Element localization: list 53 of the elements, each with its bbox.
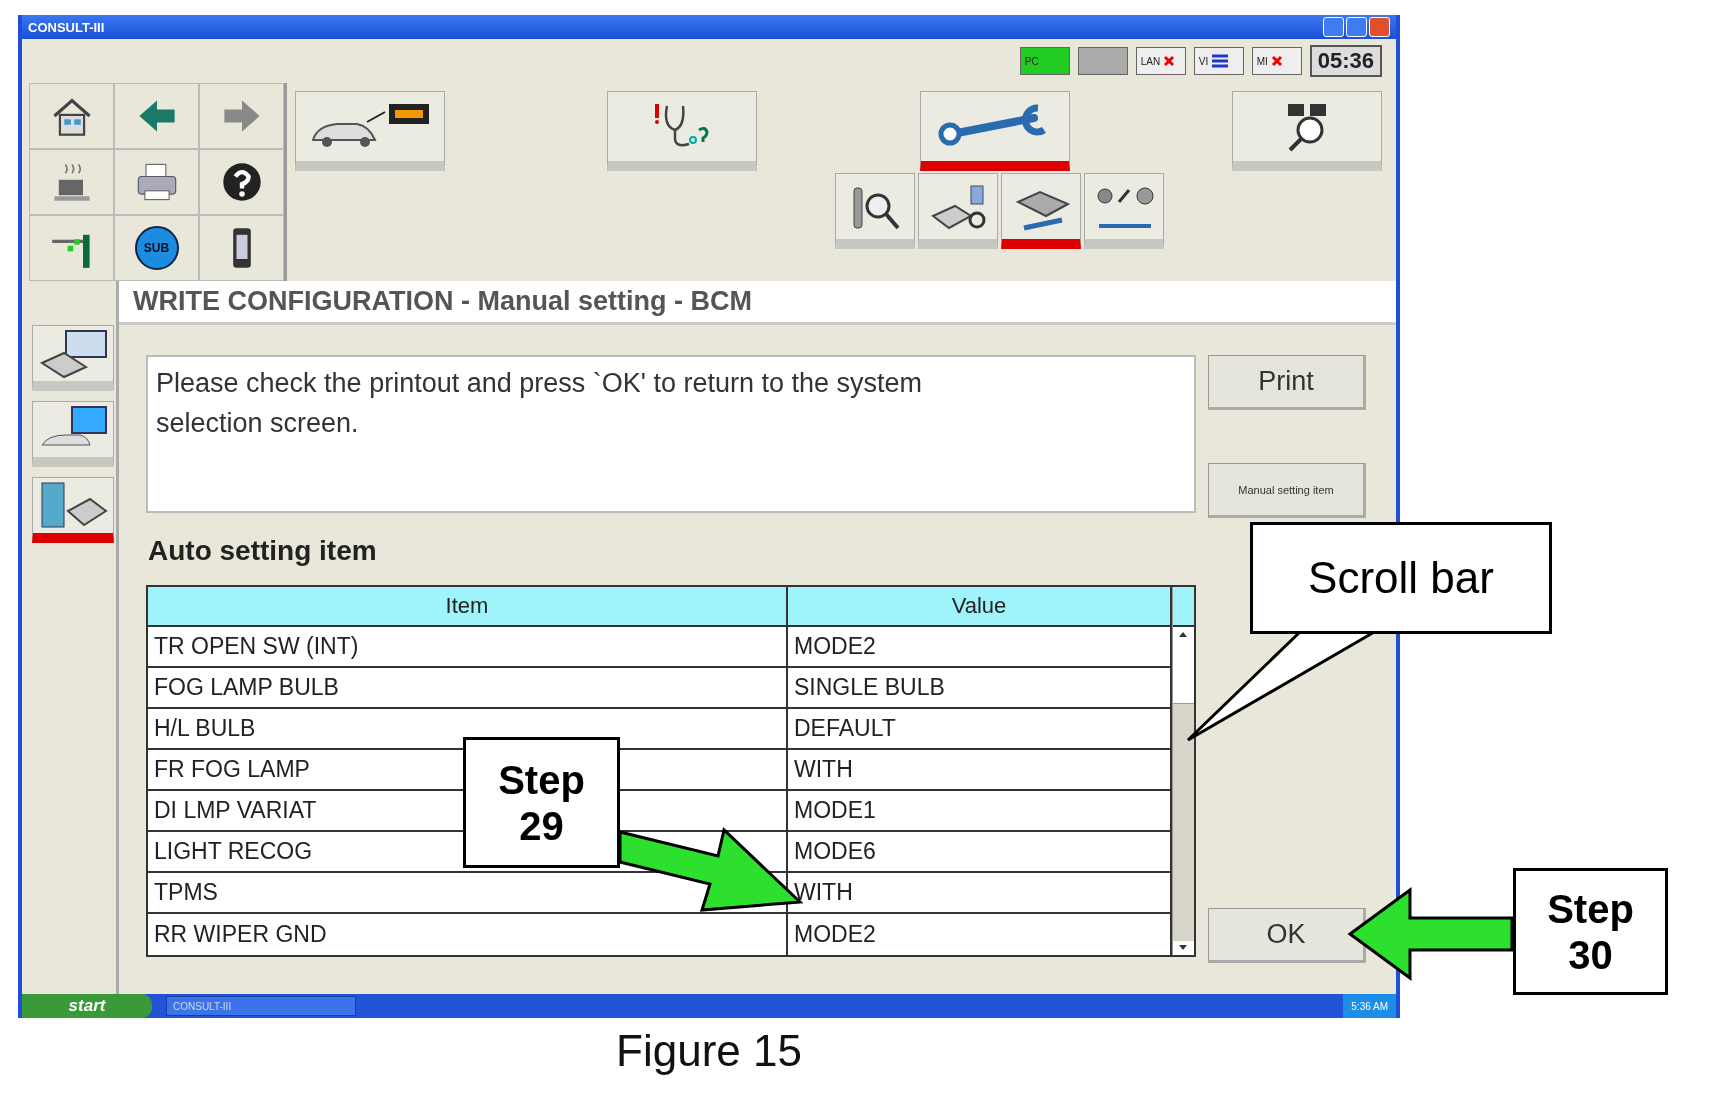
callout-text: Scroll bar <box>1308 552 1494 604</box>
scroll-bar[interactable] <box>1172 587 1194 955</box>
configure-button[interactable] <box>1001 173 1081 249</box>
screen-button[interactable] <box>29 215 114 281</box>
minimize-button[interactable] <box>1323 17 1344 37</box>
device-button[interactable] <box>199 215 284 281</box>
back-button[interactable] <box>114 83 199 149</box>
section-label: Auto setting item <box>148 535 378 567</box>
pc-indicator: PC <box>1019 47 1070 75</box>
scroll-thumb[interactable] <box>1173 703 1194 941</box>
sleep-button[interactable] <box>29 149 114 215</box>
table-cell: TR OPEN SW (INT) <box>148 627 788 666</box>
close-button[interactable] <box>1369 17 1390 37</box>
computer-button[interactable] <box>31 401 114 467</box>
write-button[interactable] <box>31 477 114 543</box>
clock: 05:36 <box>1309 45 1382 77</box>
table-cell: MODE2 <box>788 627 1172 666</box>
table-cell: RR WIPER GND <box>148 914 788 955</box>
message-text: Please check the printout and press `OK' to return to the system selection screen. <box>156 368 923 438</box>
help-button[interactable] <box>199 149 284 215</box>
column-header: Item <box>148 587 788 627</box>
mi-indicator: MI <box>1251 47 1302 75</box>
reprogram-button[interactable] <box>918 173 998 249</box>
parts-button[interactable] <box>1084 173 1164 249</box>
wrench-button[interactable] <box>919 91 1070 171</box>
diagnosis-button[interactable] <box>607 91 758 171</box>
screen-title: WRITE CONFIGURATION - Manual setting - BCM <box>133 286 752 317</box>
sub-badge: SUB <box>134 226 179 270</box>
inspect-button[interactable] <box>835 173 915 249</box>
step-label: Step 30 <box>1513 868 1668 995</box>
column-header: Value <box>788 587 1172 627</box>
home-button[interactable] <box>29 83 114 149</box>
vi-indicator: VI <box>1193 47 1244 75</box>
figure-caption: Figure 15 <box>616 1026 802 1075</box>
print-button[interactable]: Print <box>1208 355 1366 410</box>
table-cell: FOG LAMP BULB <box>148 668 788 707</box>
manual-setting-button[interactable]: Manual setting item <box>1208 463 1366 518</box>
monitor-button[interactable] <box>31 325 114 391</box>
ok-button[interactable]: OK <box>1208 908 1366 963</box>
window-title: CONSULT-III <box>28 19 105 35</box>
lan-indicator: LAN <box>1135 47 1186 75</box>
sub-button[interactable]: SUB <box>114 215 199 281</box>
car-button[interactable] <box>295 91 445 171</box>
bars-icon <box>1211 53 1230 69</box>
flags-button[interactable] <box>1232 91 1382 171</box>
start-button[interactable]: start <box>22 994 152 1018</box>
battery-indicator <box>1077 47 1128 75</box>
table-cell: SINGLE BULB <box>788 668 1172 707</box>
print-button[interactable] <box>114 149 199 215</box>
maximize-button[interactable] <box>1346 17 1367 37</box>
cross-icon <box>1270 55 1283 67</box>
tray-clock: 5:36 AM <box>1351 1000 1388 1012</box>
cross-icon <box>1163 55 1176 67</box>
